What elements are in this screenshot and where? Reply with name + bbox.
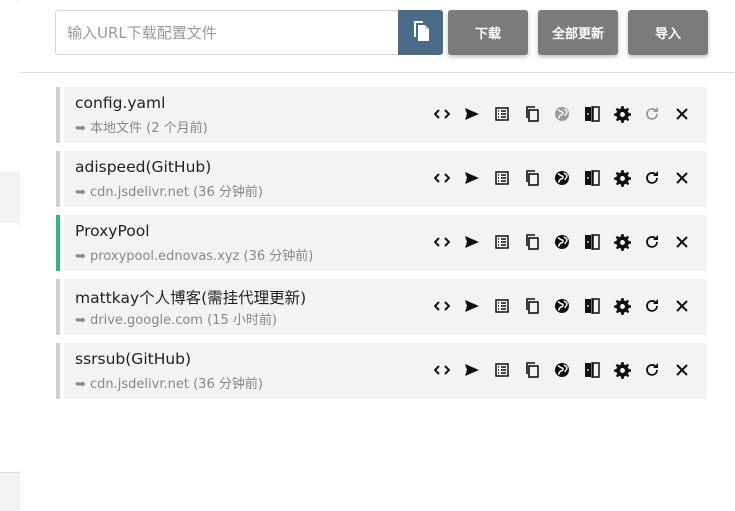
profile-name: ssrsub(GitHub) <box>75 350 192 368</box>
compare-icon[interactable] <box>580 102 604 126</box>
gear-icon[interactable] <box>610 102 634 126</box>
download-button[interactable]: 下载 <box>448 10 528 55</box>
profile-card[interactable]: ProxyPool ➥ proxypool.ednovas.xyz (36 分钟前… <box>64 215 707 271</box>
code-icon[interactable] <box>430 102 454 126</box>
compare-icon[interactable] <box>580 230 604 254</box>
gear-icon[interactable] <box>610 358 634 382</box>
row-indicator <box>56 343 60 399</box>
copy-icon[interactable] <box>520 358 544 382</box>
profile-source: ➥ 本地文件 (2 个月前) <box>75 121 208 136</box>
code-icon[interactable] <box>430 230 454 254</box>
compare-icon[interactable] <box>580 358 604 382</box>
profile-row[interactable]: adispeed(GitHub) ➥ cdn.jsdelivr.net (36 分… <box>56 151 707 207</box>
gear-icon[interactable] <box>610 166 634 190</box>
profile-row[interactable]: config.yaml ➥ 本地文件 (2 个月前) <box>56 87 707 143</box>
profile-card[interactable]: ssrsub(GitHub) ➥ cdn.jsdelivr.net (36 分钟前… <box>64 343 707 399</box>
code-icon[interactable] <box>430 294 454 318</box>
send-icon[interactable] <box>460 166 484 190</box>
update-all-button[interactable]: 全部更新 <box>538 10 618 55</box>
profile-card[interactable]: mattkay个人博客(需挂代理更新) ➥ drive.google.com (1… <box>64 279 707 335</box>
url-input[interactable] <box>55 10 398 55</box>
gear-icon[interactable] <box>610 294 634 318</box>
import-button[interactable]: 导入 <box>628 10 708 55</box>
refresh-icon[interactable] <box>640 294 664 318</box>
globe-icon[interactable] <box>550 294 574 318</box>
profile-card[interactable]: config.yaml ➥ 本地文件 (2 个月前) <box>64 87 707 143</box>
profile-source: ➥ cdn.jsdelivr.net (36 分钟前) <box>75 377 263 392</box>
header-divider <box>20 72 735 73</box>
refresh-icon[interactable] <box>640 230 664 254</box>
sidebar-card-top <box>0 0 20 172</box>
profile-source: ➥ proxypool.ednovas.xyz (36 分钟前) <box>75 249 314 264</box>
sidebar-divider <box>0 472 20 473</box>
copy-icon[interactable] <box>520 166 544 190</box>
close-icon[interactable] <box>670 102 694 126</box>
globe-icon <box>550 102 574 126</box>
code-icon[interactable] <box>430 358 454 382</box>
close-icon[interactable] <box>670 294 694 318</box>
send-icon[interactable] <box>460 102 484 126</box>
send-icon[interactable] <box>460 294 484 318</box>
list-icon[interactable] <box>490 358 514 382</box>
code-icon[interactable] <box>430 166 454 190</box>
copy-icon[interactable] <box>520 102 544 126</box>
copy-icon[interactable] <box>520 294 544 318</box>
refresh-icon[interactable] <box>640 166 664 190</box>
row-indicator <box>56 87 60 143</box>
sidebar-card-bottom <box>0 223 20 473</box>
profile-name: config.yaml <box>75 94 166 112</box>
profile-source: ➥ drive.google.com (15 小时前) <box>75 313 277 328</box>
profile-row[interactable]: ssrsub(GitHub) ➥ cdn.jsdelivr.net (36 分钟前… <box>56 343 707 399</box>
refresh-icon[interactable] <box>640 358 664 382</box>
paste-button[interactable] <box>398 10 443 55</box>
close-icon[interactable] <box>670 166 694 190</box>
copy-icon[interactable] <box>520 230 544 254</box>
list-icon[interactable] <box>490 102 514 126</box>
left-sidebar-edge <box>0 0 20 511</box>
globe-icon[interactable] <box>550 166 574 190</box>
profile-card[interactable]: adispeed(GitHub) ➥ cdn.jsdelivr.net (36 分… <box>64 151 707 207</box>
row-indicator <box>56 279 60 335</box>
paste-icon <box>411 19 431 47</box>
profile-name: adispeed(GitHub) <box>75 158 212 176</box>
close-icon[interactable] <box>670 358 694 382</box>
list-icon[interactable] <box>490 294 514 318</box>
refresh-icon <box>640 102 664 126</box>
list-icon[interactable] <box>490 230 514 254</box>
active-indicator <box>56 215 60 271</box>
profile-source: ➥ cdn.jsdelivr.net (36 分钟前) <box>75 185 263 200</box>
close-icon[interactable] <box>670 230 694 254</box>
profile-row[interactable]: ProxyPool ➥ proxypool.ednovas.xyz (36 分钟前… <box>56 215 707 271</box>
compare-icon[interactable] <box>580 294 604 318</box>
send-icon[interactable] <box>460 230 484 254</box>
gear-icon[interactable] <box>610 230 634 254</box>
list-icon[interactable] <box>490 166 514 190</box>
globe-icon[interactable] <box>550 230 574 254</box>
profile-name: mattkay个人博客(需挂代理更新) <box>75 289 307 307</box>
row-indicator <box>56 151 60 207</box>
compare-icon[interactable] <box>580 166 604 190</box>
profile-row[interactable]: mattkay个人博客(需挂代理更新) ➥ drive.google.com (1… <box>56 279 707 335</box>
profile-name: ProxyPool <box>75 222 150 240</box>
globe-icon[interactable] <box>550 358 574 382</box>
send-icon[interactable] <box>460 358 484 382</box>
